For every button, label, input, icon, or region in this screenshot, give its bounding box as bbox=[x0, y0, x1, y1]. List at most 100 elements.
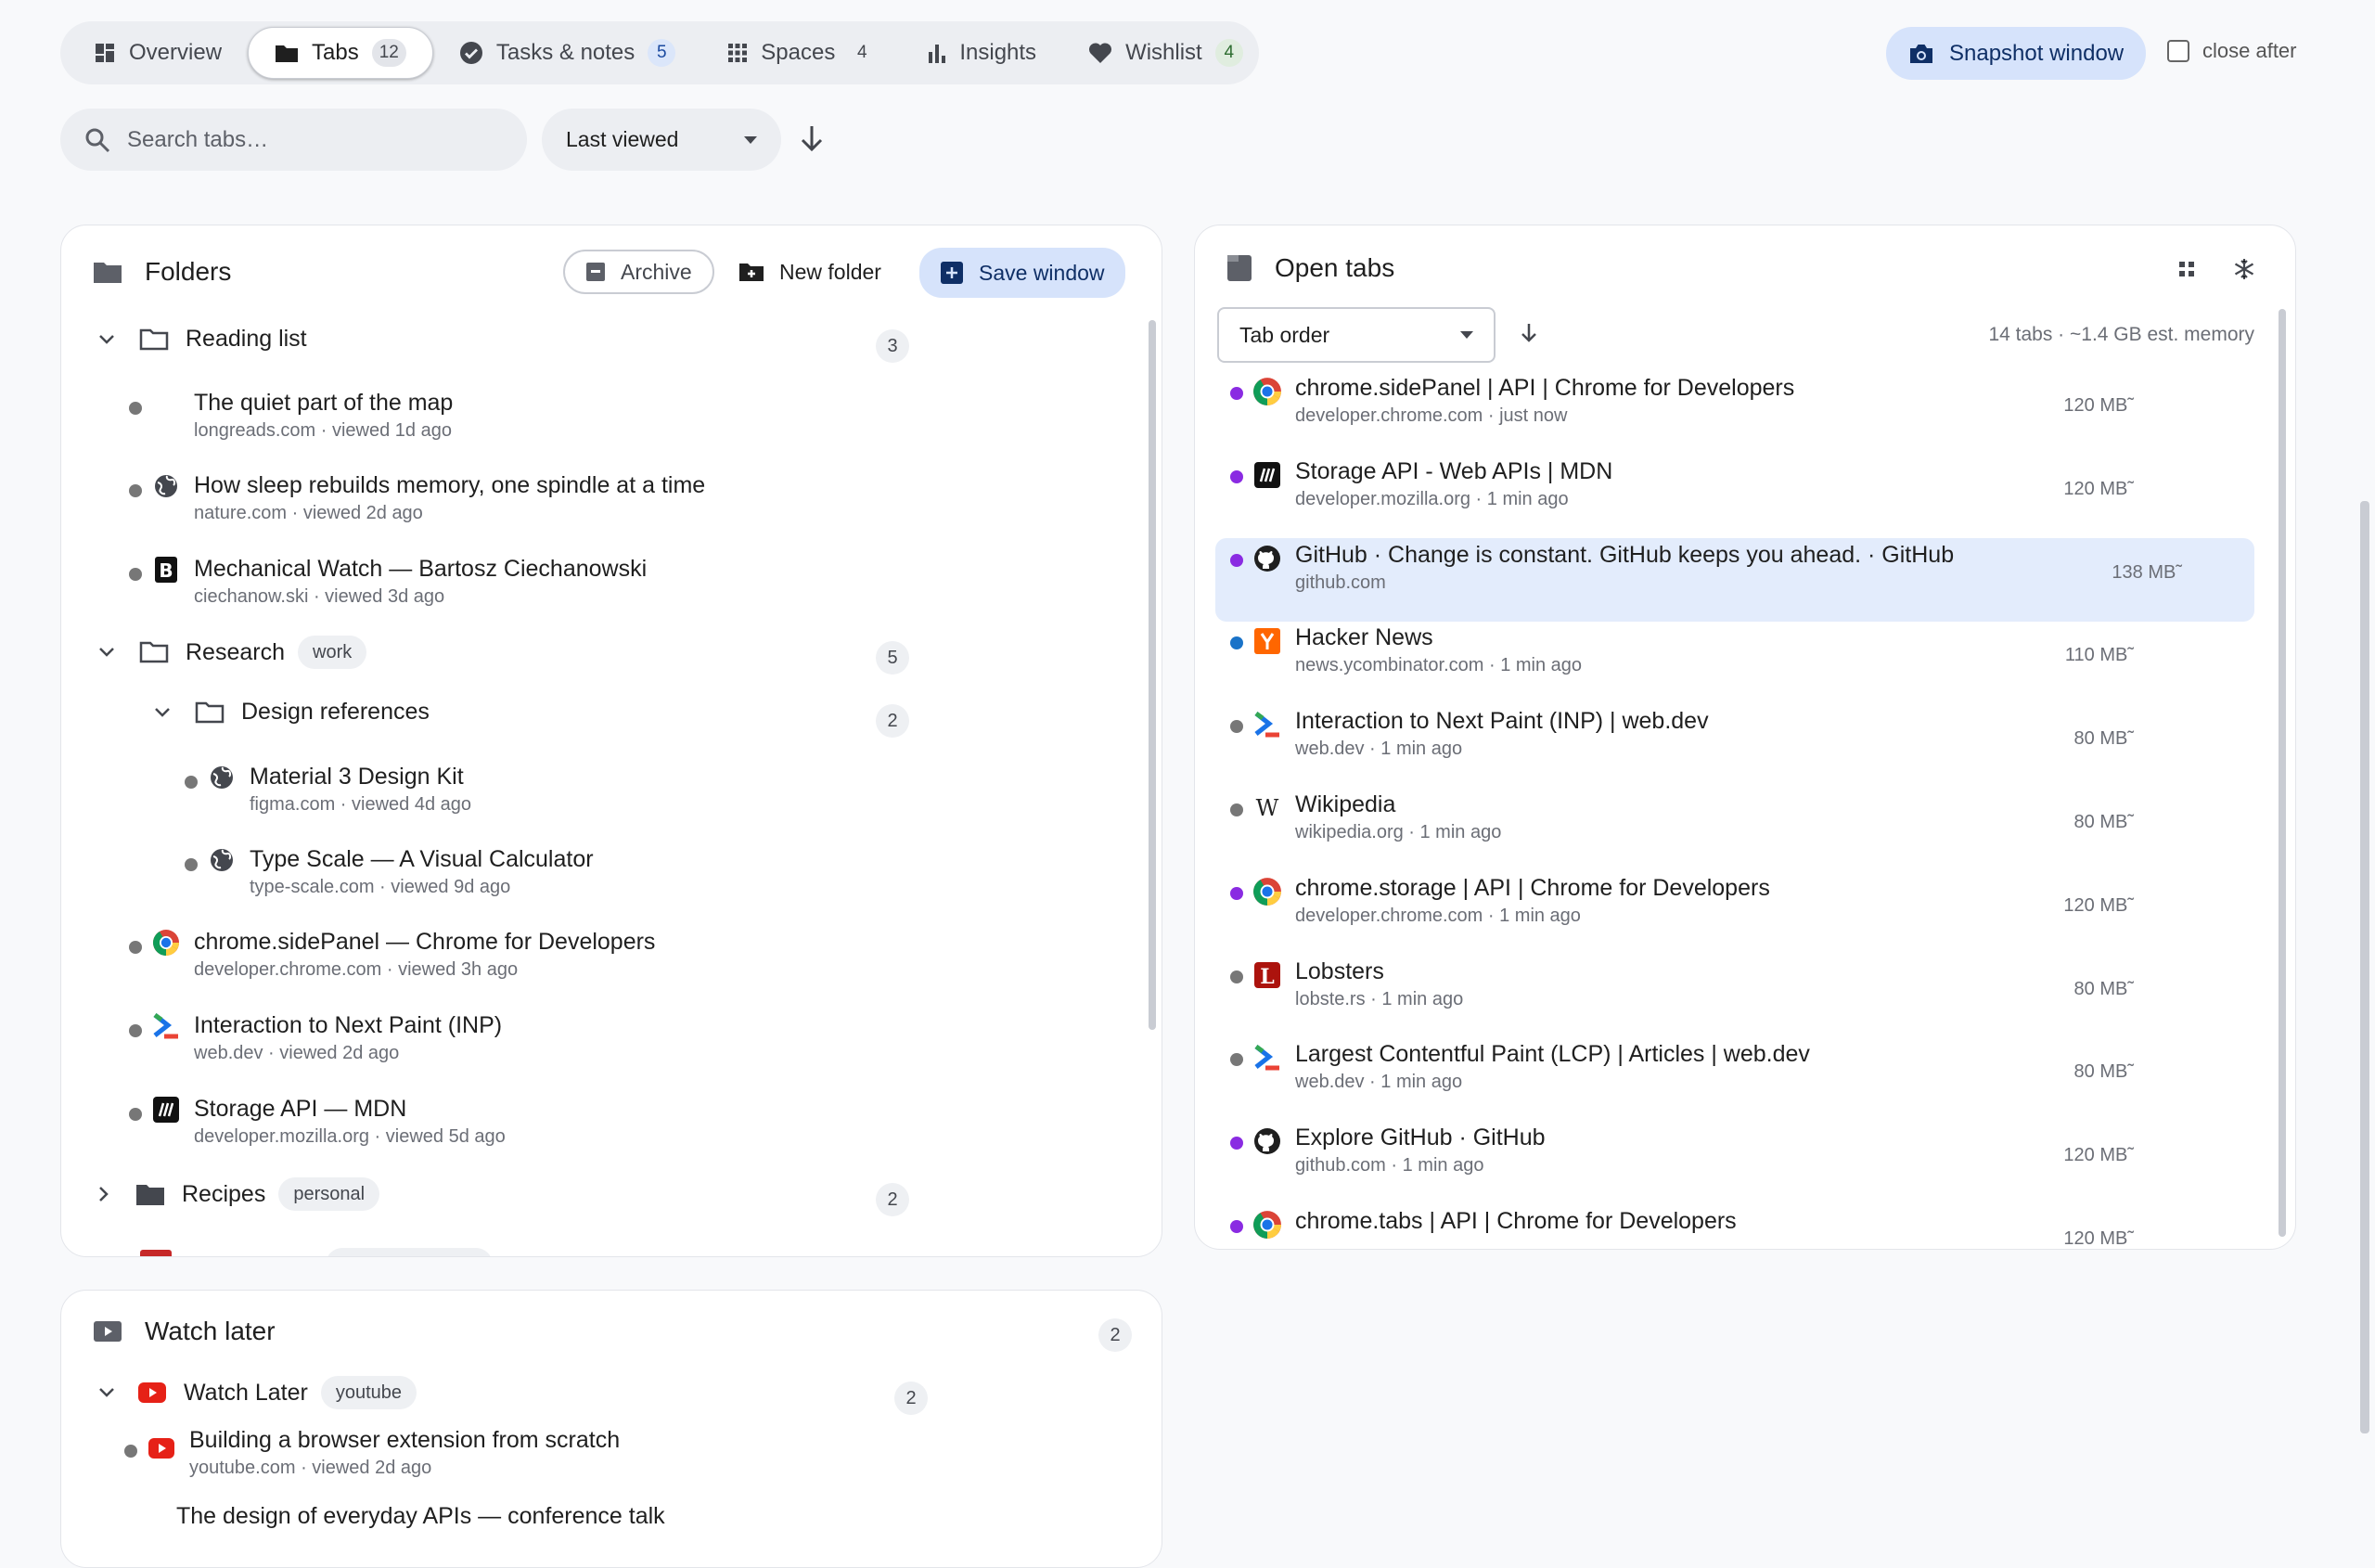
status-dot bbox=[129, 402, 142, 415]
tab-status-dot bbox=[1230, 554, 1243, 567]
list-item[interactable]: How sleep rebuilds memory, one spindle a… bbox=[129, 471, 705, 525]
tab-status-dot bbox=[1230, 1053, 1243, 1066]
tab-status-dot bbox=[1230, 470, 1243, 483]
tab-title: chrome.sidePanel | API | Chrome for Deve… bbox=[1295, 375, 1795, 401]
tab-order-select[interactable]: Tab order bbox=[1217, 307, 1496, 363]
save-window-label: Save window bbox=[979, 260, 1105, 285]
tab-insights-label: Insights bbox=[959, 40, 1037, 65]
tab-spaces-label: Spaces bbox=[761, 40, 836, 65]
item-meta: figma.com · viewed 4d ago bbox=[250, 794, 472, 815]
tab-status-dot bbox=[1230, 1137, 1243, 1150]
item-title: The quiet part of the map bbox=[194, 390, 454, 416]
open-tab-row[interactable]: Explore GitHub · GitHub github.com · 1 mi… bbox=[1230, 1124, 1546, 1177]
list-item[interactable]: B Mechanical Watch — Bartosz Ciechanowsk… bbox=[129, 555, 647, 609]
folder-watch-later[interactable]: Watch Later youtube bbox=[98, 1376, 417, 1409]
folder-design-references[interactable]: Design references bbox=[154, 699, 430, 726]
open-tab-row[interactable]: Largest Contentful Paint (LCP) | Article… bbox=[1230, 1040, 1810, 1094]
item-meta: longreads.com · viewed 1d ago bbox=[194, 420, 452, 441]
tab-meta: github.com · 1 min ago bbox=[1295, 1155, 1484, 1176]
tab-title: GitHub · Change is constant. GitHub keep… bbox=[1295, 542, 1955, 568]
snapshot-window-button[interactable]: Snapshot window bbox=[1886, 27, 2147, 80]
close-after-toggle[interactable]: close after bbox=[2167, 39, 2297, 63]
list-item[interactable]: The design of everyday APIs — conference… bbox=[124, 1502, 665, 1530]
open-tab-row[interactable]: Interaction to Next Paint (INP) | web.de… bbox=[1230, 707, 1709, 761]
search-field[interactable]: Search tabs… bbox=[60, 109, 527, 171]
folder-count: 2 bbox=[894, 1382, 928, 1415]
folder-reading-list[interactable]: Reading list bbox=[98, 326, 307, 353]
tab-tabs-label: Tabs bbox=[312, 40, 359, 65]
folder-recipes[interactable]: Recipes personal bbox=[98, 1177, 380, 1211]
page-scrollbar[interactable] bbox=[2360, 501, 2369, 1433]
open-tab-row[interactable]: W Wikipedia wikipedia.org · 1 min ago bbox=[1230, 790, 1501, 844]
tab-memory: 80 MB˜ bbox=[2073, 812, 2134, 832]
new-folder-label: New folder bbox=[779, 259, 881, 284]
list-item[interactable]: Storage API — MDN developer.mozilla.org … bbox=[129, 1095, 506, 1149]
folder-research[interactable]: Research work bbox=[98, 636, 367, 669]
archive-button[interactable]: Archive bbox=[563, 250, 714, 294]
tab-status-dot bbox=[1230, 1220, 1243, 1233]
tab-spaces[interactable]: Spaces 4 bbox=[701, 27, 902, 79]
item-title: chrome.sidePanel — Chrome for Developers bbox=[194, 929, 656, 955]
sort-direction-button[interactable] bbox=[800, 124, 824, 152]
item-title: Material 3 Design Kit bbox=[250, 764, 464, 790]
list-item[interactable]: Material 3 Design Kit figma.com · viewed… bbox=[185, 763, 471, 816]
chrome-icon bbox=[151, 928, 181, 958]
tab-meta: news.ycombinator.com · 1 min ago bbox=[1295, 655, 1583, 675]
open-tab-row[interactable]: L Lobsters lobste.rs · 1 min ago bbox=[1230, 958, 1463, 1011]
folder-count: 2 bbox=[876, 704, 909, 738]
open-tabs-scrollbar[interactable] bbox=[2279, 309, 2286, 1237]
open-tab-row[interactable]: chrome.sidePanel | API | Chrome for Deve… bbox=[1230, 374, 1794, 428]
tab-tasks-notes[interactable]: Tasks & notes 5 bbox=[433, 27, 701, 79]
open-tab-row[interactable]: Storage API - Web APIs | MDN developer.mo… bbox=[1230, 457, 1612, 511]
apps-grid-icon bbox=[727, 43, 748, 63]
list-item[interactable]: Interaction to Next Paint (INP) web.dev … bbox=[129, 1011, 502, 1065]
list-item[interactable]: Building a browser extension from scratc… bbox=[124, 1426, 620, 1480]
item-title: Building a browser extension from scratc… bbox=[189, 1427, 621, 1453]
new-folder-button[interactable]: New folder bbox=[718, 250, 902, 294]
tab-memory: 120 MB˜ bbox=[2063, 895, 2134, 916]
freeze-button[interactable] bbox=[2233, 258, 2255, 280]
status-dot bbox=[129, 484, 142, 497]
github-icon bbox=[1252, 1126, 1282, 1156]
item-title: Type Scale — A Visual Calculator bbox=[250, 846, 594, 872]
open-tab-row[interactable]: GitHub · Change is constant. GitHub keep… bbox=[1230, 541, 1954, 595]
tab-page-icon bbox=[1226, 254, 1252, 282]
open-tab-row[interactable]: Hacker News news.ycombinator.com · 1 min … bbox=[1230, 623, 1582, 677]
chrome-icon bbox=[1252, 1210, 1282, 1240]
status-dot bbox=[185, 858, 198, 871]
open-tab-row[interactable]: chrome.storage | API | Chrome for Develo… bbox=[1230, 874, 1770, 928]
tab-overview[interactable]: Overview bbox=[68, 27, 248, 79]
folders-header: Folders bbox=[93, 257, 231, 287]
sort-select[interactable]: Last viewed bbox=[542, 109, 781, 171]
tab-wishlist[interactable]: Wishlist 4 bbox=[1062, 27, 1269, 79]
close-after-checkbox[interactable] bbox=[2167, 40, 2189, 62]
chevron-down-icon bbox=[98, 647, 115, 658]
save-window-button[interactable]: Save window bbox=[919, 248, 1125, 298]
chevron-down-icon bbox=[154, 707, 171, 718]
hackernews-icon bbox=[1252, 626, 1282, 656]
search-input[interactable]: Search tabs… bbox=[127, 127, 268, 153]
tab-tabs[interactable]: Tabs 12 bbox=[248, 27, 433, 79]
folder-name: Design references bbox=[241, 699, 430, 725]
item-meta: developer.chrome.com · viewed 3h ago bbox=[194, 959, 519, 980]
list-item[interactable]: The quiet part of the map longreads.com … bbox=[129, 389, 453, 443]
top-nav: Overview Tabs 12 Tasks & notes 5 Spaces … bbox=[60, 21, 1259, 84]
watch-later-panel: Watch later 2 Watch Later youtube 2 Buil… bbox=[60, 1290, 1162, 1568]
svg-text:B: B bbox=[159, 559, 173, 582]
folder-name: Reading list bbox=[186, 326, 307, 352]
list-item[interactable]: chrome.sidePanel — Chrome for Developers… bbox=[129, 928, 655, 982]
chrome-icon bbox=[1252, 877, 1282, 906]
folder-outline-icon bbox=[139, 640, 169, 664]
tab-order-direction-button[interactable] bbox=[1520, 322, 1538, 344]
grid-view-button[interactable] bbox=[2178, 261, 2195, 277]
open-tab-row[interactable]: chrome.tabs | API | Chrome for Developer… bbox=[1230, 1207, 1737, 1240]
check-circle-icon bbox=[459, 41, 483, 65]
list-item[interactable]: Type Scale — A Visual Calculator type-sc… bbox=[185, 845, 594, 899]
open-tabs-title: Open tabs bbox=[1275, 253, 1395, 282]
mdn-icon bbox=[1252, 460, 1282, 490]
snowflake-icon bbox=[2233, 258, 2255, 280]
tab-insights[interactable]: Insights bbox=[902, 27, 1062, 79]
item-meta: ciechanow.ski · viewed 3d ago bbox=[194, 586, 445, 607]
tab-meta: web.dev · 1 min ago bbox=[1295, 739, 1463, 759]
folders-scrollbar[interactable] bbox=[1149, 320, 1156, 1030]
